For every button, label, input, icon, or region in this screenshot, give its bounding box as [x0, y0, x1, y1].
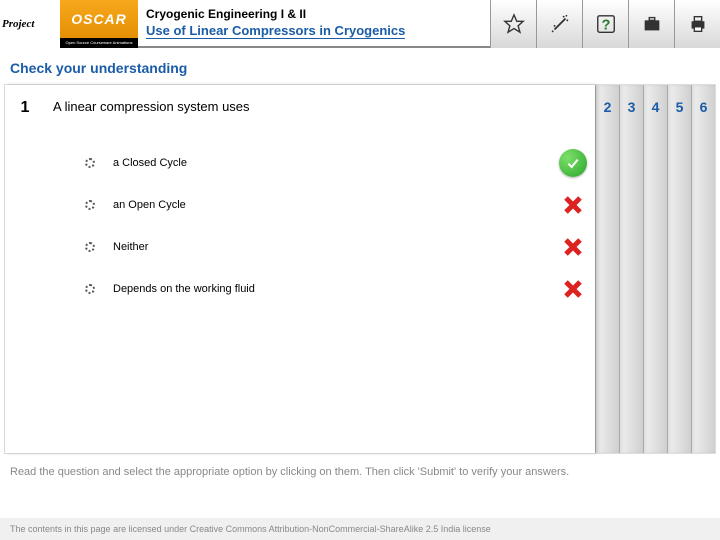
logo-oscar-text: OSCAR	[60, 0, 138, 38]
logo-project: Project	[0, 0, 60, 48]
quiz-area: 1 A linear compression system uses a Clo…	[4, 84, 716, 454]
question-text: A linear compression system uses	[53, 99, 595, 114]
help-icon[interactable]: ?	[582, 0, 628, 48]
license-text: The contents in this page are licensed u…	[0, 518, 720, 540]
option-row[interactable]: an Open Cycle	[85, 184, 595, 226]
briefcase-icon[interactable]	[628, 0, 674, 48]
question-number: 1	[5, 99, 45, 117]
wand-icon[interactable]	[536, 0, 582, 48]
option-row[interactable]: a Closed Cycle	[85, 142, 595, 184]
logo: Project OSCAR Open Source Courseware Ani…	[0, 0, 138, 48]
tab-q4[interactable]: 4	[643, 85, 667, 453]
star-icon[interactable]	[490, 0, 536, 48]
wrong-icon	[551, 235, 595, 259]
option-row[interactable]: Depends on the working fluid	[85, 268, 595, 310]
instruction-text: Read the question and select the appropr…	[0, 454, 720, 486]
lesson-title: Use of Linear Compressors in Cryogenics	[146, 23, 405, 39]
section-title: Check your understanding	[0, 48, 720, 84]
question-tabs: 2 3 4 5 6	[595, 85, 715, 453]
wrong-icon	[551, 277, 595, 301]
question-number-column: 1	[5, 85, 45, 453]
course-title: Cryogenic Engineering I & II	[146, 7, 482, 21]
tab-q6[interactable]: 6	[691, 85, 715, 453]
tab-q2[interactable]: 2	[595, 85, 619, 453]
question-body: A linear compression system uses a Close…	[45, 85, 595, 453]
option-label: a Closed Cycle	[113, 157, 551, 169]
radio-icon[interactable]	[85, 158, 95, 168]
options-list: a Closed Cycle an Open Cycle Neither Dep…	[53, 142, 595, 310]
option-label: Depends on the working fluid	[113, 283, 551, 295]
toolbar: ?	[490, 0, 720, 48]
print-icon[interactable]	[674, 0, 720, 48]
option-row[interactable]: Neither	[85, 226, 595, 268]
option-label: Neither	[113, 241, 551, 253]
correct-icon	[551, 149, 595, 177]
tab-q3[interactable]: 3	[619, 85, 643, 453]
logo-project-text: Project	[2, 18, 60, 30]
logo-oscar: OSCAR Open Source Courseware Animations …	[60, 0, 138, 48]
radio-icon[interactable]	[85, 200, 95, 210]
option-label: an Open Cycle	[113, 199, 551, 211]
title-area: Cryogenic Engineering I & II Use of Line…	[138, 0, 490, 46]
logo-oscar-subtitle: Open Source Courseware Animations Reposi…	[60, 38, 138, 48]
svg-text:?: ?	[601, 18, 610, 34]
header: Project OSCAR Open Source Courseware Ani…	[0, 0, 720, 48]
wrong-icon	[551, 193, 595, 217]
radio-icon[interactable]	[85, 284, 95, 294]
tab-q5[interactable]: 5	[667, 85, 691, 453]
radio-icon[interactable]	[85, 242, 95, 252]
question-panel: 1 A linear compression system uses a Clo…	[5, 85, 595, 453]
